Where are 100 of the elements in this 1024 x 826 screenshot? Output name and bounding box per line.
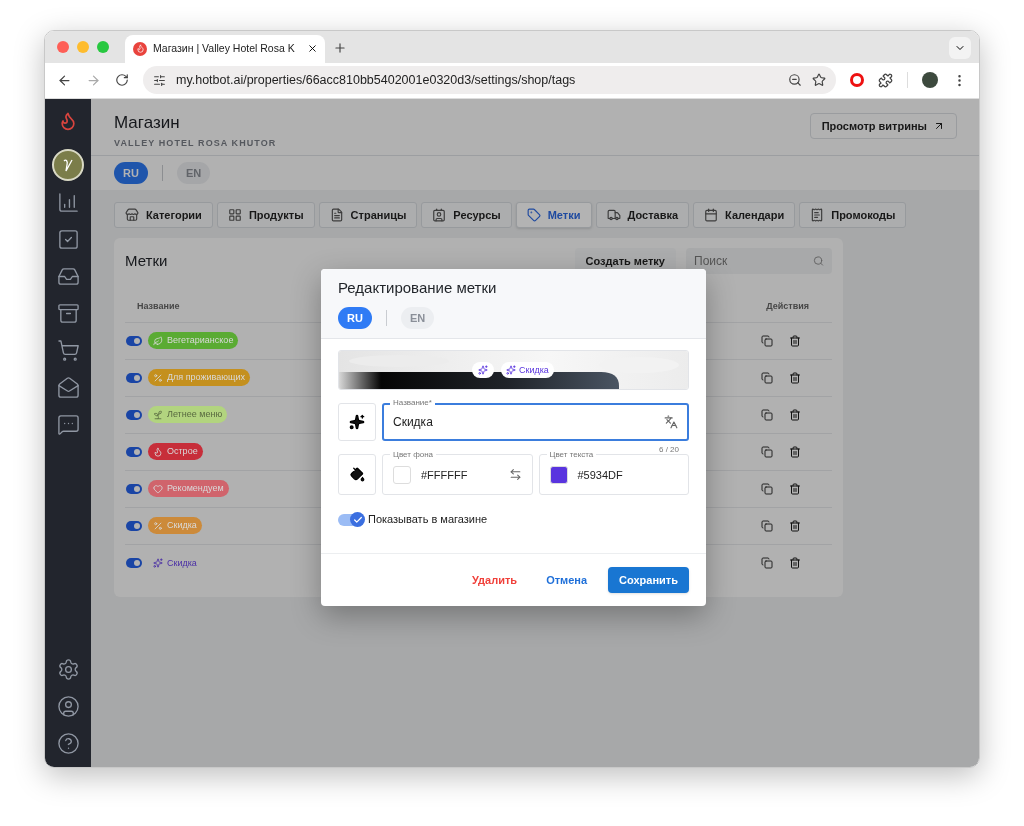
cart-icon[interactable] [56, 338, 80, 362]
property-avatar[interactable] [52, 148, 84, 181]
copy-icon[interactable] [761, 519, 773, 532]
flame-logo-icon[interactable] [58, 110, 78, 131]
grid-icon [227, 207, 242, 222]
section-tab[interactable]: Доставка [595, 201, 690, 228]
section-tab[interactable]: Календари [693, 201, 796, 228]
delete-icon[interactable] [789, 519, 801, 532]
toggle-switch[interactable] [126, 372, 142, 383]
toggle-switch[interactable] [126, 335, 142, 346]
field-label: Название* [390, 398, 435, 408]
toggle-switch[interactable] [126, 558, 142, 569]
search-icon [813, 254, 824, 267]
zoom-icon[interactable] [788, 73, 802, 88]
close-icon[interactable] [306, 43, 318, 55]
column-header: Название [137, 299, 181, 313]
toggle-switch[interactable] [126, 409, 142, 420]
panel-title: Метки [125, 250, 169, 271]
document-icon [329, 207, 344, 222]
profile-avatar[interactable] [922, 72, 938, 89]
field-label: Цвет фона [390, 449, 437, 462]
toggle-switch[interactable] [126, 520, 142, 531]
tag-chip: Рекомендуем [148, 480, 229, 498]
delete-icon[interactable] [789, 371, 801, 384]
dialog-button[interactable]: Отмена [538, 566, 596, 593]
address-bar[interactable]: my.hotbot.ai/properties/66acc810bb5402001e0320d3/settings/shop/tags [143, 66, 836, 95]
copy-icon[interactable] [761, 334, 773, 347]
extensions-icon[interactable] [878, 72, 893, 88]
site-settings-icon[interactable] [153, 73, 166, 87]
copy-icon[interactable] [761, 445, 773, 458]
contact-card-icon [432, 207, 447, 222]
page-subtitle: VALLEY HOTEL ROSA KHUTOR [114, 137, 277, 151]
copy-icon[interactable] [761, 482, 773, 495]
section-tab[interactable]: Страницы [318, 201, 418, 228]
swap-icon[interactable] [508, 468, 522, 482]
sparkles-icon [153, 558, 163, 569]
delete-icon[interactable] [789, 482, 801, 495]
bar-chart-icon[interactable] [56, 190, 80, 214]
reload-icon[interactable] [115, 73, 129, 88]
switch-label: Показывать в магазине [368, 512, 488, 528]
store-icon [125, 207, 139, 222]
user-icon[interactable] [56, 695, 80, 718]
icon-picker-button[interactable] [338, 403, 376, 442]
page-title: Магазин [114, 111, 181, 134]
color-swatch[interactable] [549, 465, 568, 484]
tag-chip: Летнее меню [148, 406, 228, 424]
search-field[interactable]: Поиск [686, 247, 832, 274]
color-swatch[interactable] [393, 465, 411, 484]
help-icon[interactable] [56, 732, 80, 755]
name-input[interactable]: Скидка [393, 413, 664, 432]
section-tab[interactable]: Категории [114, 201, 213, 228]
color-picker-button[interactable] [338, 454, 376, 496]
check-icon [352, 514, 363, 525]
mail-icon[interactable] [56, 375, 80, 399]
color-value: #5934DF [577, 467, 624, 483]
preview-tag-chip: Скидка [501, 362, 554, 379]
chat-icon[interactable] [56, 412, 80, 436]
tag-icon [526, 207, 541, 222]
section-tab[interactable]: Продукты [216, 201, 315, 228]
section-tab[interactable]: Ресурсы [421, 201, 512, 228]
color-value: #FFFFFF [421, 467, 469, 483]
search-input[interactable]: Поиск [694, 251, 813, 270]
settings-icon[interactable] [56, 658, 80, 681]
flame-icon [133, 41, 147, 56]
new-tab-icon[interactable] [333, 40, 347, 55]
browser-tab[interactable]: Магазин | Valley Hotel Rosa K [125, 34, 325, 63]
copy-icon[interactable] [761, 371, 773, 384]
toggle-switch[interactable] [126, 446, 142, 457]
translate-icon[interactable] [664, 415, 678, 430]
delete-icon[interactable] [789, 445, 801, 458]
section-tab[interactable]: Промокоды [799, 201, 907, 228]
back-icon[interactable] [57, 72, 72, 88]
language-tab[interactable]: RU [338, 307, 372, 330]
bookmark-icon[interactable] [812, 73, 826, 88]
delete-icon[interactable] [789, 408, 801, 421]
dialog-button[interactable]: Сохранить [608, 566, 689, 593]
copy-icon[interactable] [761, 408, 773, 421]
show-in-store-switch[interactable] [338, 513, 364, 526]
archive-icon[interactable] [56, 301, 80, 325]
tag-chip: Скидка [148, 517, 202, 535]
delete-icon[interactable] [789, 334, 801, 347]
dialog-button[interactable]: Удалить [463, 566, 526, 593]
heart-icon [153, 483, 163, 494]
tag-chip: Вегетарианское [148, 332, 239, 350]
extension-icon[interactable] [850, 73, 864, 88]
delete-icon[interactable] [789, 557, 801, 570]
checkbox-icon[interactable] [56, 227, 80, 251]
percent-icon [153, 372, 163, 383]
storefront-button[interactable]: Просмотр витрины [809, 112, 957, 139]
section-tab[interactable]: Метки [515, 201, 592, 228]
tag-chip: Острое [148, 443, 203, 461]
receipt-icon [810, 207, 825, 222]
url-text: my.hotbot.ai/properties/66acc810bb5402001e0320d3/settings/shop/tags [176, 72, 577, 89]
toggle-switch[interactable] [126, 483, 142, 494]
tab-list-button[interactable] [949, 36, 971, 59]
sparkles-icon [506, 365, 516, 376]
copy-icon[interactable] [761, 557, 773, 570]
field-label: Цвет текста [546, 449, 597, 462]
sprout-icon [153, 409, 163, 420]
tag-label: Скидка [148, 554, 202, 572]
